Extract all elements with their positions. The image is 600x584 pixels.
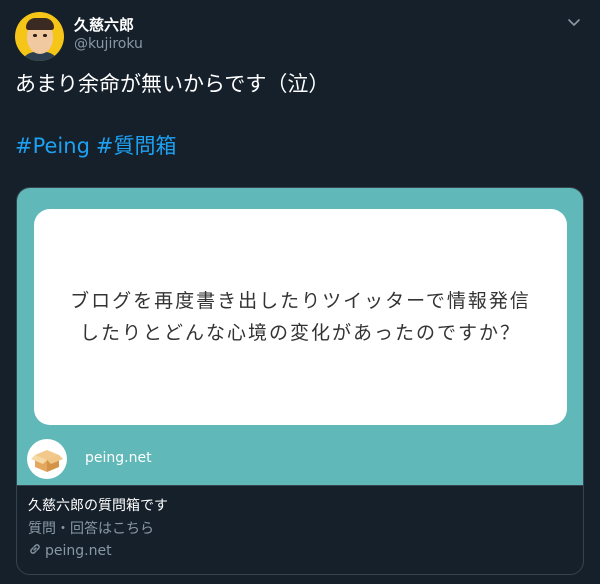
card-title: 久慈六郎の質問箱です	[28, 498, 168, 514]
card-description: 質問・回答はこちら	[28, 521, 154, 537]
avatar[interactable]	[15, 12, 64, 61]
tweet-text: あまり余命が無いからです（泣）	[15, 72, 330, 96]
user-handle[interactable]: @kujiroku	[74, 36, 143, 52]
card-link-domain: peing.net	[45, 543, 112, 559]
card-media-domain: peing.net	[85, 450, 152, 466]
card-info[interactable]: 久慈六郎の質問箱です 質問・回答はこちら peing.net	[17, 485, 583, 574]
hashtag-link[interactable]: #Peing	[15, 134, 90, 158]
hashtag-link[interactable]: #質問箱	[96, 134, 177, 158]
chevron-down-icon[interactable]	[565, 13, 583, 31]
question-box: ブログを再度書き出したりツイッターで情報発信したりとどんな心境の変化があったので…	[34, 209, 567, 425]
peing-box-icon	[27, 439, 67, 479]
avatar-eye-left	[33, 34, 37, 37]
card-image[interactable]: ブログを再度書き出したりツイッターで情報発信したりとどんな心境の変化があったので…	[17, 188, 583, 485]
tweet-hashtags: #Peing #質問箱	[15, 132, 183, 161]
link-icon	[28, 542, 42, 560]
link-card[interactable]: ブログを再度書き出したりツイッターで情報発信したりとどんな心境の変化があったので…	[16, 187, 584, 575]
question-text: ブログを再度書き出したりツイッターで情報発信したりとどんな心境の変化があったので…	[70, 290, 531, 344]
avatar-hair	[26, 18, 54, 30]
avatar-eye-right	[43, 34, 47, 37]
display-name[interactable]: 久慈六郎	[74, 14, 134, 35]
card-link[interactable]: peing.net	[28, 542, 112, 560]
